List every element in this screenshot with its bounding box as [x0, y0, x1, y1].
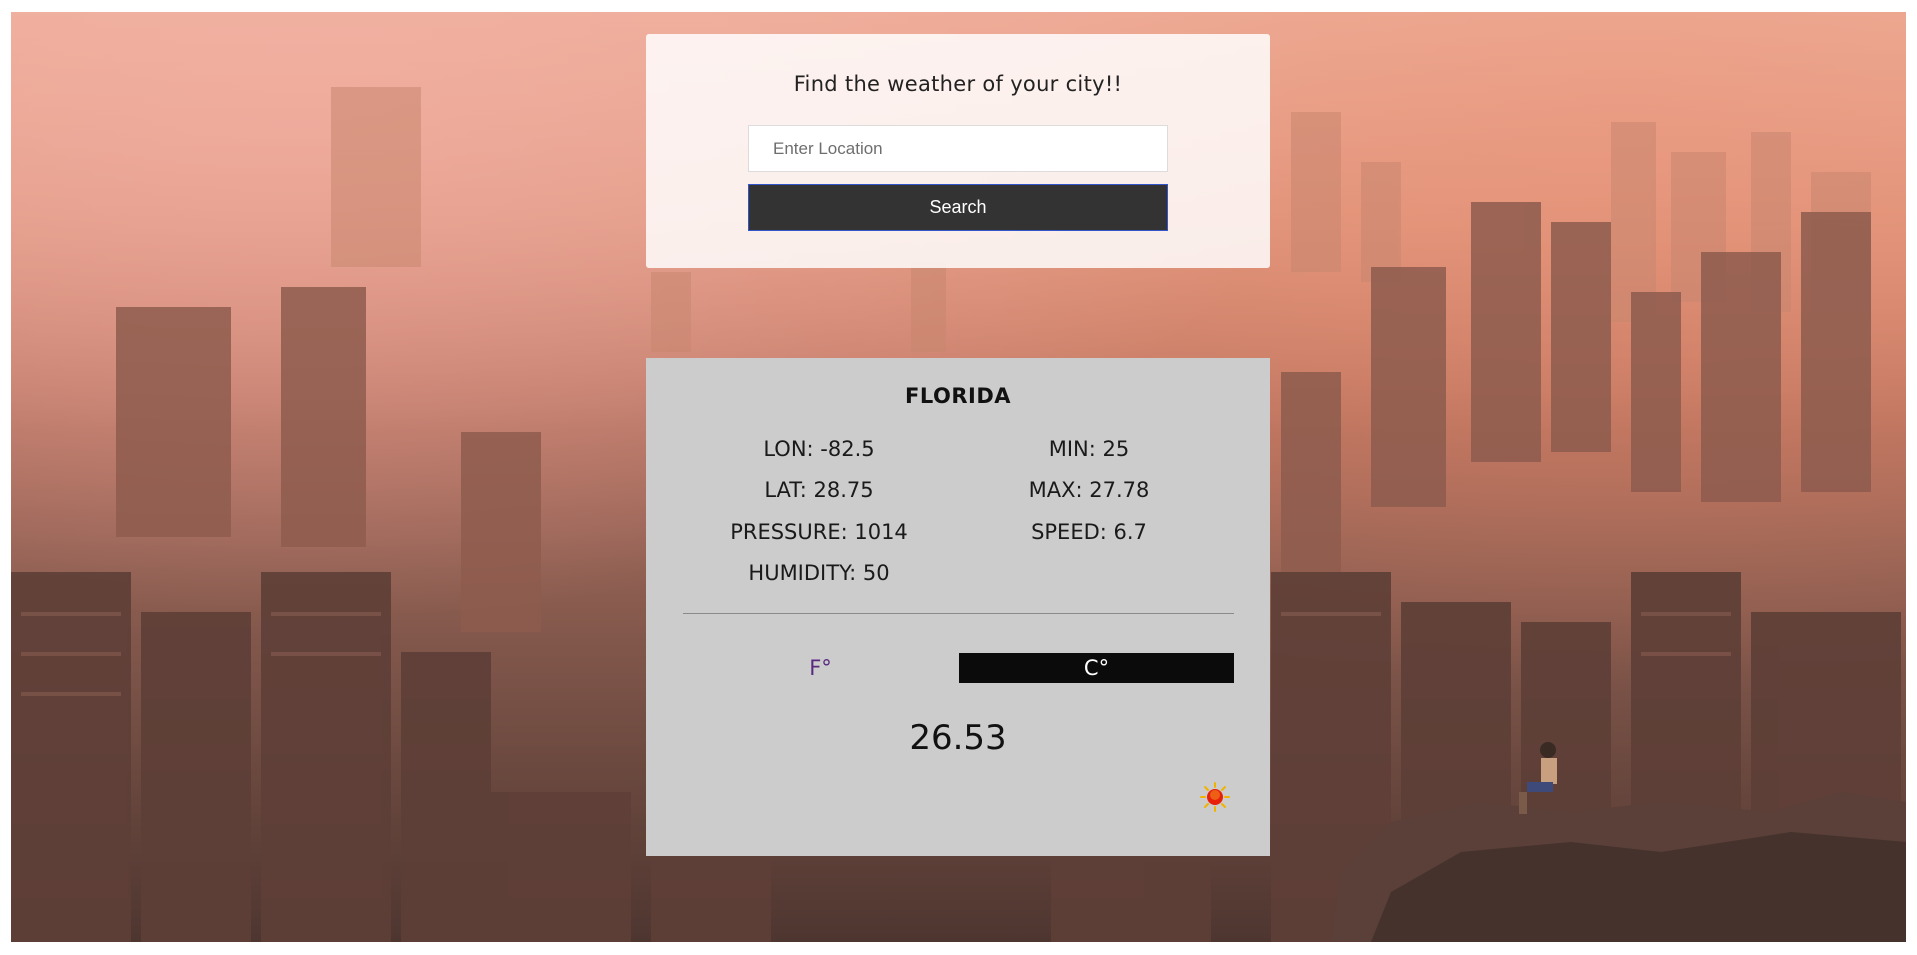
location-search-input[interactable] — [748, 125, 1168, 172]
stat-latitude: LAT: 28.75 — [764, 478, 874, 502]
stat-pressure: PRESSURE: 1014 — [730, 520, 908, 544]
search-heading: Find the weather of your city!! — [793, 72, 1123, 96]
stat-longitude: LON: -82.5 — [763, 437, 875, 461]
sun-icon — [1200, 782, 1230, 812]
fahrenheit-toggle[interactable]: F° — [683, 653, 958, 683]
divider — [683, 613, 1234, 614]
weather-result-panel: FLORIDA LON: -82.5 LAT: 28.75 PRESSURE: … — [646, 358, 1270, 856]
stat-wind-speed: SPEED: 6.7 — [1031, 520, 1147, 544]
stat-max-temp: MAX: 27.78 — [1028, 478, 1150, 502]
page: Find the weather of your city!! Search F… — [0, 0, 1917, 955]
stat-humidity: HUMIDITY: 50 — [748, 561, 890, 585]
search-button[interactable]: Search — [748, 184, 1168, 231]
temperature-value: 26.53 — [909, 718, 1007, 758]
celsius-toggle[interactable]: C° — [959, 653, 1234, 683]
city-name: FLORIDA — [905, 384, 1011, 408]
stat-min-temp: MIN: 25 — [1048, 437, 1130, 461]
search-panel: Find the weather of your city!! Search — [646, 34, 1270, 268]
